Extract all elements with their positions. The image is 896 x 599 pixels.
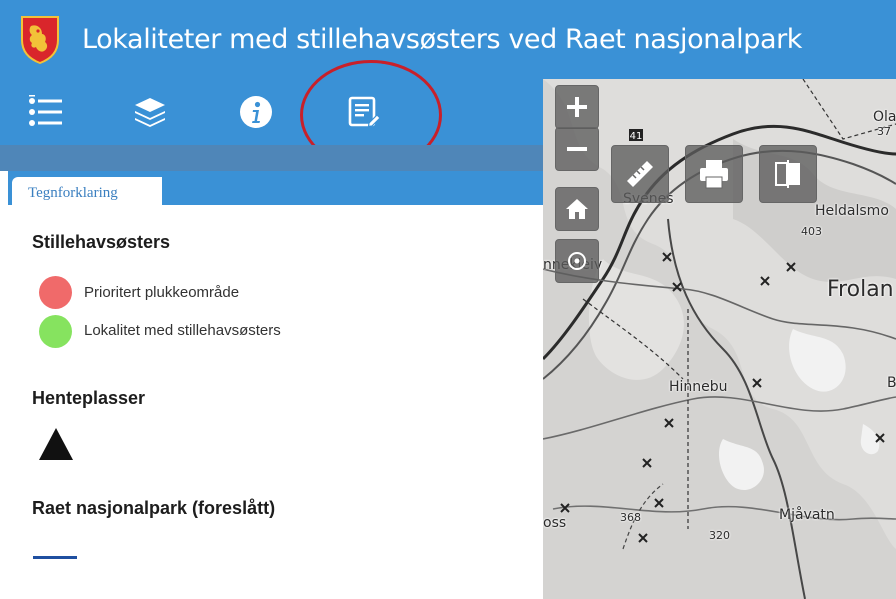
map-label: oss [543,515,567,531]
road-number-label: 41 [630,131,643,142]
ruler-icon [627,161,653,187]
tab-legend-label: Tegnforklaring [28,185,118,201]
info-icon [240,96,272,128]
locate-icon [568,252,586,270]
layers-icon [135,98,165,127]
legend-section-title: Henteplasser [32,388,146,408]
home-button[interactable] [555,187,599,231]
map-label: 320 [709,529,730,542]
coat-of-arms-logo [21,16,59,64]
layers-button[interactable] [130,92,170,132]
legend-swatch-priority [39,276,72,309]
map-label: B [887,375,896,391]
minus-icon [567,147,587,151]
app-header: Lokaliteter med stillehavsøsters ved Rae… [0,0,896,79]
map-view[interactable]: 41 Ola 37 Svenes Heldalsmo 403 nnekleiv … [543,79,896,599]
swipe-compare-icon [775,160,800,188]
print-button[interactable] [685,145,743,203]
legend-label-locality: Lokalitet med stillehavsøsters [84,322,281,339]
map-label: Mjåvatn [779,507,835,523]
legend-list-button[interactable] [26,92,66,132]
map-label: Frolan [827,277,894,302]
zoom-out-button[interactable] [555,127,599,171]
info-button[interactable] [236,92,276,132]
map-label: Ola [873,109,896,125]
map-label: 368 [620,511,641,524]
map-label: 37 [877,125,891,138]
legend-swatch-locality [39,315,72,348]
printer-icon [700,160,728,189]
legend-section-title: Raet nasjonalpark (foreslått) [32,498,276,518]
home-icon [566,199,588,219]
swipe-button[interactable] [759,145,817,203]
triangle-icon [39,428,73,460]
map-label: Heldalsmo [815,203,889,219]
plus-icon [567,97,587,117]
measure-button[interactable] [611,145,669,203]
map-label: Hinnebu [669,379,728,395]
zoom-in-button[interactable] [555,85,599,129]
page-title: Lokaliteter med stillehavsøsters ved Rae… [82,24,803,55]
legend-label-priority: Prioritert plukkeområde [84,284,240,301]
legend-section-title: Stillehavsøsters [32,232,171,252]
legend-line-park [33,556,77,559]
list-icon [29,95,62,126]
toolbar-divider [0,145,543,171]
map-label: 403 [801,225,822,238]
locate-button[interactable] [555,239,599,283]
